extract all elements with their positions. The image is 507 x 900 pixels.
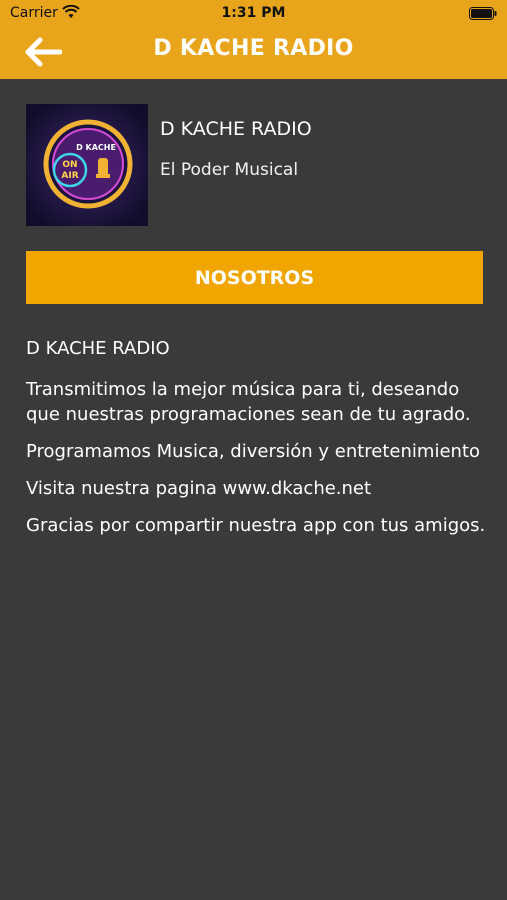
about-content: D KACHE RADIO Transmitimos la mejor músi… xyxy=(26,336,486,550)
battery-icon xyxy=(469,7,497,24)
svg-text:D KACHE: D KACHE xyxy=(76,143,116,152)
svg-text:AIR: AIR xyxy=(61,171,78,181)
navigation-bar: D KACHE RADIO xyxy=(0,26,507,79)
status-bar: Carrier 1:31 PM xyxy=(0,0,507,26)
about-paragraph: Visita nuestra pagina www.dkache.net xyxy=(26,478,372,499)
station-name: D KACHE RADIO xyxy=(160,118,312,140)
tab-nosotros[interactable]: NOSOTROS xyxy=(26,251,483,304)
about-paragraph: Programamos Musica, diversión y entreten… xyxy=(26,441,481,462)
page-title: D KACHE RADIO xyxy=(153,36,354,61)
about-paragraph: Gracias por compartir nuestra app con tu… xyxy=(26,515,486,536)
app-header: Carrier 1:31 PM D KACHE RADIO xyxy=(0,0,507,79)
station-logo: ON AIR D KACHE xyxy=(26,104,148,226)
station-info: ON AIR D KACHE D KACHE RADIO El Poder Mu… xyxy=(26,104,482,226)
svg-text:ON: ON xyxy=(62,160,77,170)
about-paragraph: Transmitimos la mejor música para ti, de… xyxy=(26,379,471,425)
status-time: 1:31 PM xyxy=(221,5,286,21)
about-title: D KACHE RADIO xyxy=(26,338,170,359)
station-slogan: El Poder Musical xyxy=(160,160,299,180)
